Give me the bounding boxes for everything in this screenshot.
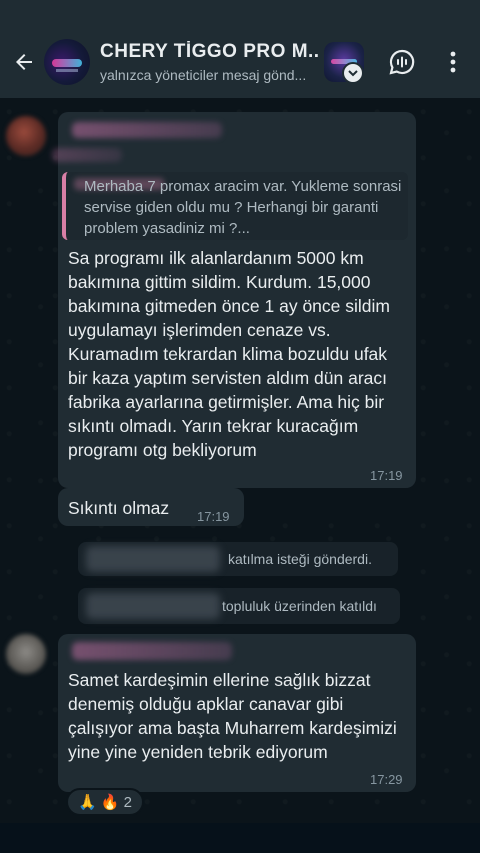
chat-header: CHERY TİGGO PRO M... yalnızca yöneticile…: [0, 26, 480, 98]
group-avatar[interactable]: [44, 39, 90, 85]
voice-chat-button[interactable]: [386, 46, 418, 78]
more-options-button[interactable]: [438, 46, 468, 78]
sender-avatar[interactable]: [6, 634, 46, 674]
message-time: 17:29: [370, 772, 403, 787]
participant-name-blurred: [86, 546, 220, 572]
message-text: Sa programı ilk alanlardanım 5000 km bak…: [68, 248, 390, 460]
more-vertical-icon: [450, 51, 456, 73]
message-text: Samet kardeşimin ellerine sağlık bizzat …: [68, 670, 397, 762]
voice-chat-icon: [389, 49, 415, 75]
chat-title: CHERY TİGGO PRO M...: [100, 41, 318, 62]
chevron-down-icon[interactable]: [342, 62, 364, 84]
back-button[interactable]: [4, 42, 44, 82]
reaction-count: 2: [123, 793, 132, 811]
chat-area[interactable]: Merhaba 7 promax aracim var. Yukleme son…: [0, 98, 480, 823]
navigation-bar: [0, 823, 480, 853]
system-message-text: topluluk üzerinden katıldı: [222, 598, 377, 614]
quoted-message-text: Merhaba 7 promax aracim var. Yukleme son…: [84, 178, 402, 237]
sender-name-blurred: [72, 642, 232, 660]
system-message-text: katılma isteği gönderdi.: [228, 551, 372, 567]
sender-phone-blurred: [52, 148, 122, 162]
message-text: Sıkıntı olmaz: [68, 498, 170, 518]
reaction-emojis: 🙏 🔥: [78, 794, 120, 811]
sender-name-blurred: [72, 122, 222, 138]
chat-title-area[interactable]: CHERY TİGGO PRO M... yalnızca yöneticile…: [100, 41, 318, 83]
message-time: 17:19: [197, 509, 230, 524]
arrow-left-icon: [16, 54, 32, 70]
system-message: katılma isteği gönderdi.: [78, 542, 398, 576]
status-bar: [0, 0, 480, 26]
chat-subtitle: yalnızca yöneticiler mesaj gönd...: [100, 67, 307, 83]
reactions-pill[interactable]: 🙏 🔥 2: [66, 788, 144, 816]
message-time: 17:19: [370, 468, 403, 483]
sender-avatar[interactable]: [6, 116, 46, 156]
system-message: topluluk üzerinden katıldı: [78, 588, 400, 624]
participant-name-blurred: [86, 593, 220, 619]
